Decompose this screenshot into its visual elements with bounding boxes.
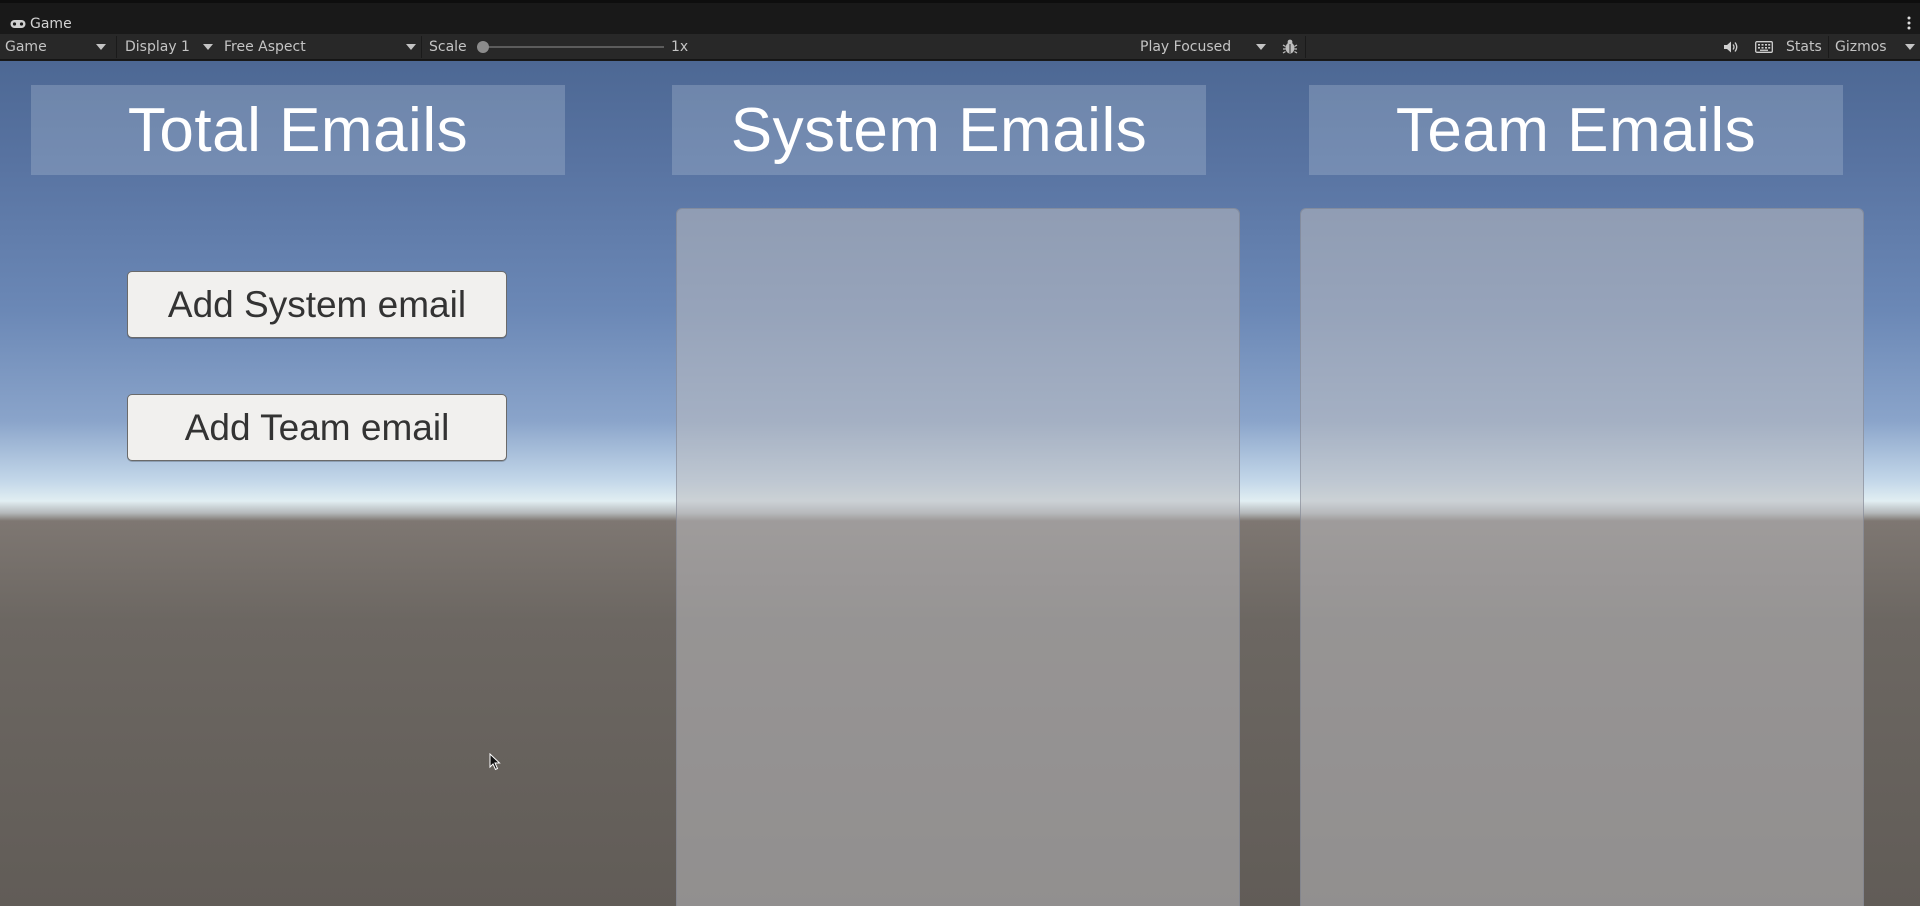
bug-icon[interactable] [1280, 34, 1300, 60]
mouse-cursor-icon [489, 752, 501, 771]
keyboard-icon[interactable] [1754, 34, 1774, 60]
scale-label: Scale [429, 34, 467, 60]
scale-value-text: 1x [671, 39, 689, 55]
total-emails-header: Total Emails [31, 85, 565, 175]
system-emails-header: System Emails [672, 85, 1206, 175]
scale-slider-handle[interactable] [477, 41, 489, 53]
aspect-dropdown-label: Free Aspect [224, 39, 306, 55]
chevron-down-icon [96, 44, 106, 50]
game-view-toolbar: Game Display 1 Free Aspect Scale 1x Play… [0, 34, 1920, 60]
kebab-menu-icon[interactable] [1906, 15, 1912, 31]
view-dropdown[interactable]: Game [5, 34, 110, 60]
chevron-down-icon [1905, 44, 1915, 50]
gizmos-dropdown[interactable]: Gizmos [1835, 34, 1919, 60]
system-emails-title: System Emails [730, 95, 1148, 165]
stats-button[interactable]: Stats [1786, 34, 1822, 60]
display-dropdown[interactable]: Display 1 [125, 34, 217, 60]
aspect-dropdown[interactable]: Free Aspect [224, 34, 420, 60]
speaker-icon[interactable] [1722, 34, 1740, 60]
add-system-email-label: Add System email [167, 283, 467, 325]
play-mode-dropdown[interactable]: Play Focused [1140, 34, 1270, 60]
toolbar-divider [1305, 36, 1306, 58]
scale-value: 1x [671, 34, 688, 60]
team-emails-title: Team Emails [1395, 95, 1757, 165]
display-dropdown-label: Display 1 [125, 39, 190, 55]
team-emails-header: Team Emails [1309, 85, 1843, 175]
play-mode-dropdown-label: Play Focused [1140, 39, 1232, 55]
game-tab-label: Game [30, 16, 72, 32]
toolbar-divider [1828, 36, 1829, 58]
add-system-email-button[interactable]: Add System email [127, 271, 507, 338]
toolbar-divider [116, 36, 117, 58]
total-emails-title: Total Emails [127, 95, 469, 165]
scale-label-text: Scale [429, 39, 467, 55]
scale-slider-track[interactable] [482, 46, 664, 48]
gizmos-dropdown-label: Gizmos [1835, 39, 1887, 55]
chevron-down-icon [406, 44, 416, 50]
chevron-down-icon [1256, 44, 1266, 50]
stats-button-label: Stats [1786, 39, 1822, 55]
game-viewport: Total Emails System Emails Team Emails A… [0, 61, 1920, 906]
team-emails-panel[interactable] [1300, 208, 1864, 906]
editor-tab-bar: Game [0, 0, 1920, 34]
toolbar-divider [421, 36, 422, 58]
add-team-email-label: Add Team email [184, 406, 450, 448]
gamepad-icon [10, 18, 26, 30]
system-emails-panel[interactable] [676, 208, 1240, 906]
chevron-down-icon [203, 44, 213, 50]
add-team-email-button[interactable]: Add Team email [127, 394, 507, 461]
view-dropdown-label: Game [5, 39, 47, 55]
